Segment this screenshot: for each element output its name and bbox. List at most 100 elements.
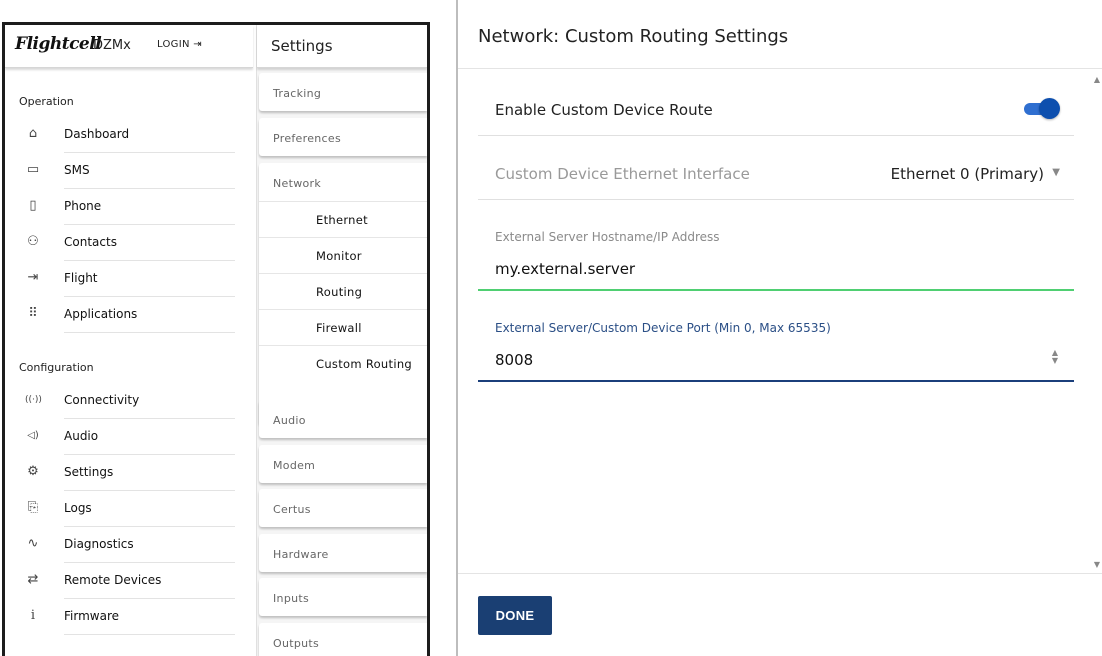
dropdown-caret-icon[interactable]: ▼ <box>1052 167 1060 178</box>
sub-label: Firewall <box>316 321 362 335</box>
settings-section-outputs[interactable]: Outputs <box>259 623 427 656</box>
sidebar-item-firmware[interactable]: i Firmware <box>5 599 253 635</box>
interface-label: Custom Device Ethernet Interface <box>495 165 750 183</box>
pulse-icon: ∿ <box>27 536 39 551</box>
settings-section-audio[interactable]: Audio <box>259 400 427 438</box>
sidebar-item-phone[interactable]: ▯ Phone <box>5 189 253 225</box>
hostname-label: External Server Hostname/IP Address <box>495 230 720 244</box>
settings-section-modem[interactable]: Modem <box>259 445 427 483</box>
swap-arrows-icon: ⇄ <box>27 572 39 587</box>
sub-label: Custom Routing <box>316 357 413 371</box>
done-button[interactable]: DONE <box>478 596 552 635</box>
device-name: DZMx <box>93 38 131 53</box>
settings-section-tracking[interactable]: Tracking <box>259 73 427 111</box>
sidebar-item-label: Settings <box>64 465 114 479</box>
scroll-up-arrow-icon[interactable]: ▲ <box>1094 75 1100 84</box>
top-bar: Flightcell DZMx LOGIN ⇥ <box>5 25 253 68</box>
sub-label: Ethernet <box>316 213 368 227</box>
toggle-knob <box>1039 98 1060 119</box>
sidebar-item-settings[interactable]: ⚙ Settings <box>5 455 253 491</box>
house-icon: ⌂ <box>28 126 38 141</box>
port-field[interactable]: External Server/Custom Device Port (Min … <box>478 315 1074 382</box>
hostname-input[interactable]: my.external.server <box>495 260 635 278</box>
settings-header: Settings <box>257 25 427 68</box>
enable-route-toggle[interactable] <box>1020 98 1060 119</box>
sidebar-item-logs[interactable]: ⎘ Logs <box>5 491 253 527</box>
sidebar-item-label: SMS <box>64 163 90 177</box>
dialog-footer: DONE <box>458 573 1102 656</box>
section-label: Certus <box>273 503 311 516</box>
interface-select[interactable]: Ethernet 0 (Primary) <box>891 165 1044 183</box>
grid-icon: ⠿ <box>28 306 38 321</box>
dialog-title: Network: Custom Routing Settings <box>478 26 789 47</box>
login-button[interactable]: LOGIN ⇥ <box>157 39 202 50</box>
configuration-heading: Configuration <box>19 361 94 374</box>
sidebar-item-label: Phone <box>64 199 102 213</box>
sidebar-item-label: Connectivity <box>64 393 140 407</box>
sidebar-item-label: Firmware <box>64 609 119 623</box>
hostname-underline <box>478 289 1074 291</box>
brand-logo: Flightcell <box>15 34 102 54</box>
info-icon: i <box>30 608 36 623</box>
sub-label: Routing <box>316 285 363 299</box>
dialog-header: Network: Custom Routing Settings <box>458 0 1102 69</box>
network-sub-routing[interactable]: Routing <box>259 273 427 310</box>
interface-row: Custom Device Ethernet Interface Etherne… <box>478 135 1074 200</box>
sidebar-item-connectivity[interactable]: ((·)) Connectivity <box>5 383 253 419</box>
number-stepper-icon[interactable]: ▲ ▼ <box>1052 349 1058 365</box>
custom-routing-dialog: Network: Custom Routing Settings ▲ ▼ Ena… <box>456 0 1102 656</box>
network-sub-monitor[interactable]: Monitor <box>259 237 427 274</box>
port-label: External Server/Custom Device Port (Min … <box>495 321 831 335</box>
hostname-field[interactable]: External Server Hostname/IP Address my.e… <box>478 224 1074 291</box>
signal-icon: ((·)) <box>25 395 42 405</box>
sidebar-item-label: Contacts <box>64 235 117 249</box>
sidebar-item-contacts[interactable]: ⚇ Contacts <box>5 225 253 261</box>
divider <box>64 332 235 333</box>
section-label: Modem <box>273 459 316 472</box>
chat-bubble-icon: ▭ <box>26 162 40 177</box>
section-label: Tracking <box>273 87 322 100</box>
settings-title: Settings <box>271 37 333 55</box>
sub-label: Monitor <box>316 249 362 263</box>
sidebar-item-dashboard[interactable]: ⌂ Dashboard <box>5 117 253 153</box>
operation-heading: Operation <box>19 95 74 108</box>
network-sub-custom-routing[interactable]: Custom Routing <box>259 345 427 382</box>
port-underline <box>478 380 1074 382</box>
settings-section-preferences[interactable]: Preferences <box>259 118 427 156</box>
network-sub-firewall[interactable]: Firewall <box>259 309 427 346</box>
gear-icon: ⚙ <box>27 464 39 479</box>
settings-panel: Settings Tracking Preferences Network Et… <box>256 25 427 656</box>
sidebar-item-label: Audio <box>64 429 99 443</box>
settings-section-hardware[interactable]: Hardware <box>259 534 427 572</box>
section-label: Inputs <box>273 592 310 605</box>
sidebar-item-remote-devices[interactable]: ⇄ Remote Devices <box>5 563 253 599</box>
scroll-down-arrow-icon[interactable]: ▼ <box>1094 560 1100 569</box>
people-icon: ⚇ <box>27 234 39 249</box>
plane-icon: ⇥ <box>27 270 39 285</box>
divider <box>64 634 235 635</box>
sidebar-item-diagnostics[interactable]: ∿ Diagnostics <box>5 527 253 563</box>
settings-section-certus[interactable]: Certus <box>259 489 427 527</box>
dialog-body: ▲ ▼ Enable Custom Device Route Custom De… <box>458 69 1102 575</box>
sidebar-item-sms[interactable]: ▭ SMS <box>5 153 253 189</box>
settings-section-network[interactable]: Network Ethernet Monitor Routing Firewal… <box>259 163 427 425</box>
sidebar-item-audio[interactable]: ◁) Audio <box>5 419 253 455</box>
port-input[interactable]: 8008 <box>495 351 533 369</box>
speaker-icon: ◁) <box>27 430 39 441</box>
section-label: Audio <box>273 414 306 427</box>
sidebar-item-label: Remote Devices <box>64 573 162 587</box>
app-window: Flightcell DZMx LOGIN ⇥ Operation ⌂ Dash… <box>2 22 430 656</box>
network-sub-ethernet[interactable]: Ethernet <box>259 201 427 238</box>
spacer <box>431 0 456 656</box>
sidebar-item-applications[interactable]: ⠿ Applications <box>5 297 253 333</box>
enable-route-label: Enable Custom Device Route <box>495 101 713 119</box>
settings-section-inputs[interactable]: Inputs <box>259 578 427 616</box>
sidebar-item-label: Flight <box>64 271 98 285</box>
sidebar-item-label: Applications <box>64 307 138 321</box>
sidebar-item-flight[interactable]: ⇥ Flight <box>5 261 253 297</box>
section-label: Preferences <box>273 132 341 145</box>
documents-icon: ⎘ <box>27 500 39 515</box>
sidebar-item-label: Dashboard <box>64 127 130 141</box>
section-label: Outputs <box>273 637 320 650</box>
section-label: Hardware <box>273 548 329 561</box>
